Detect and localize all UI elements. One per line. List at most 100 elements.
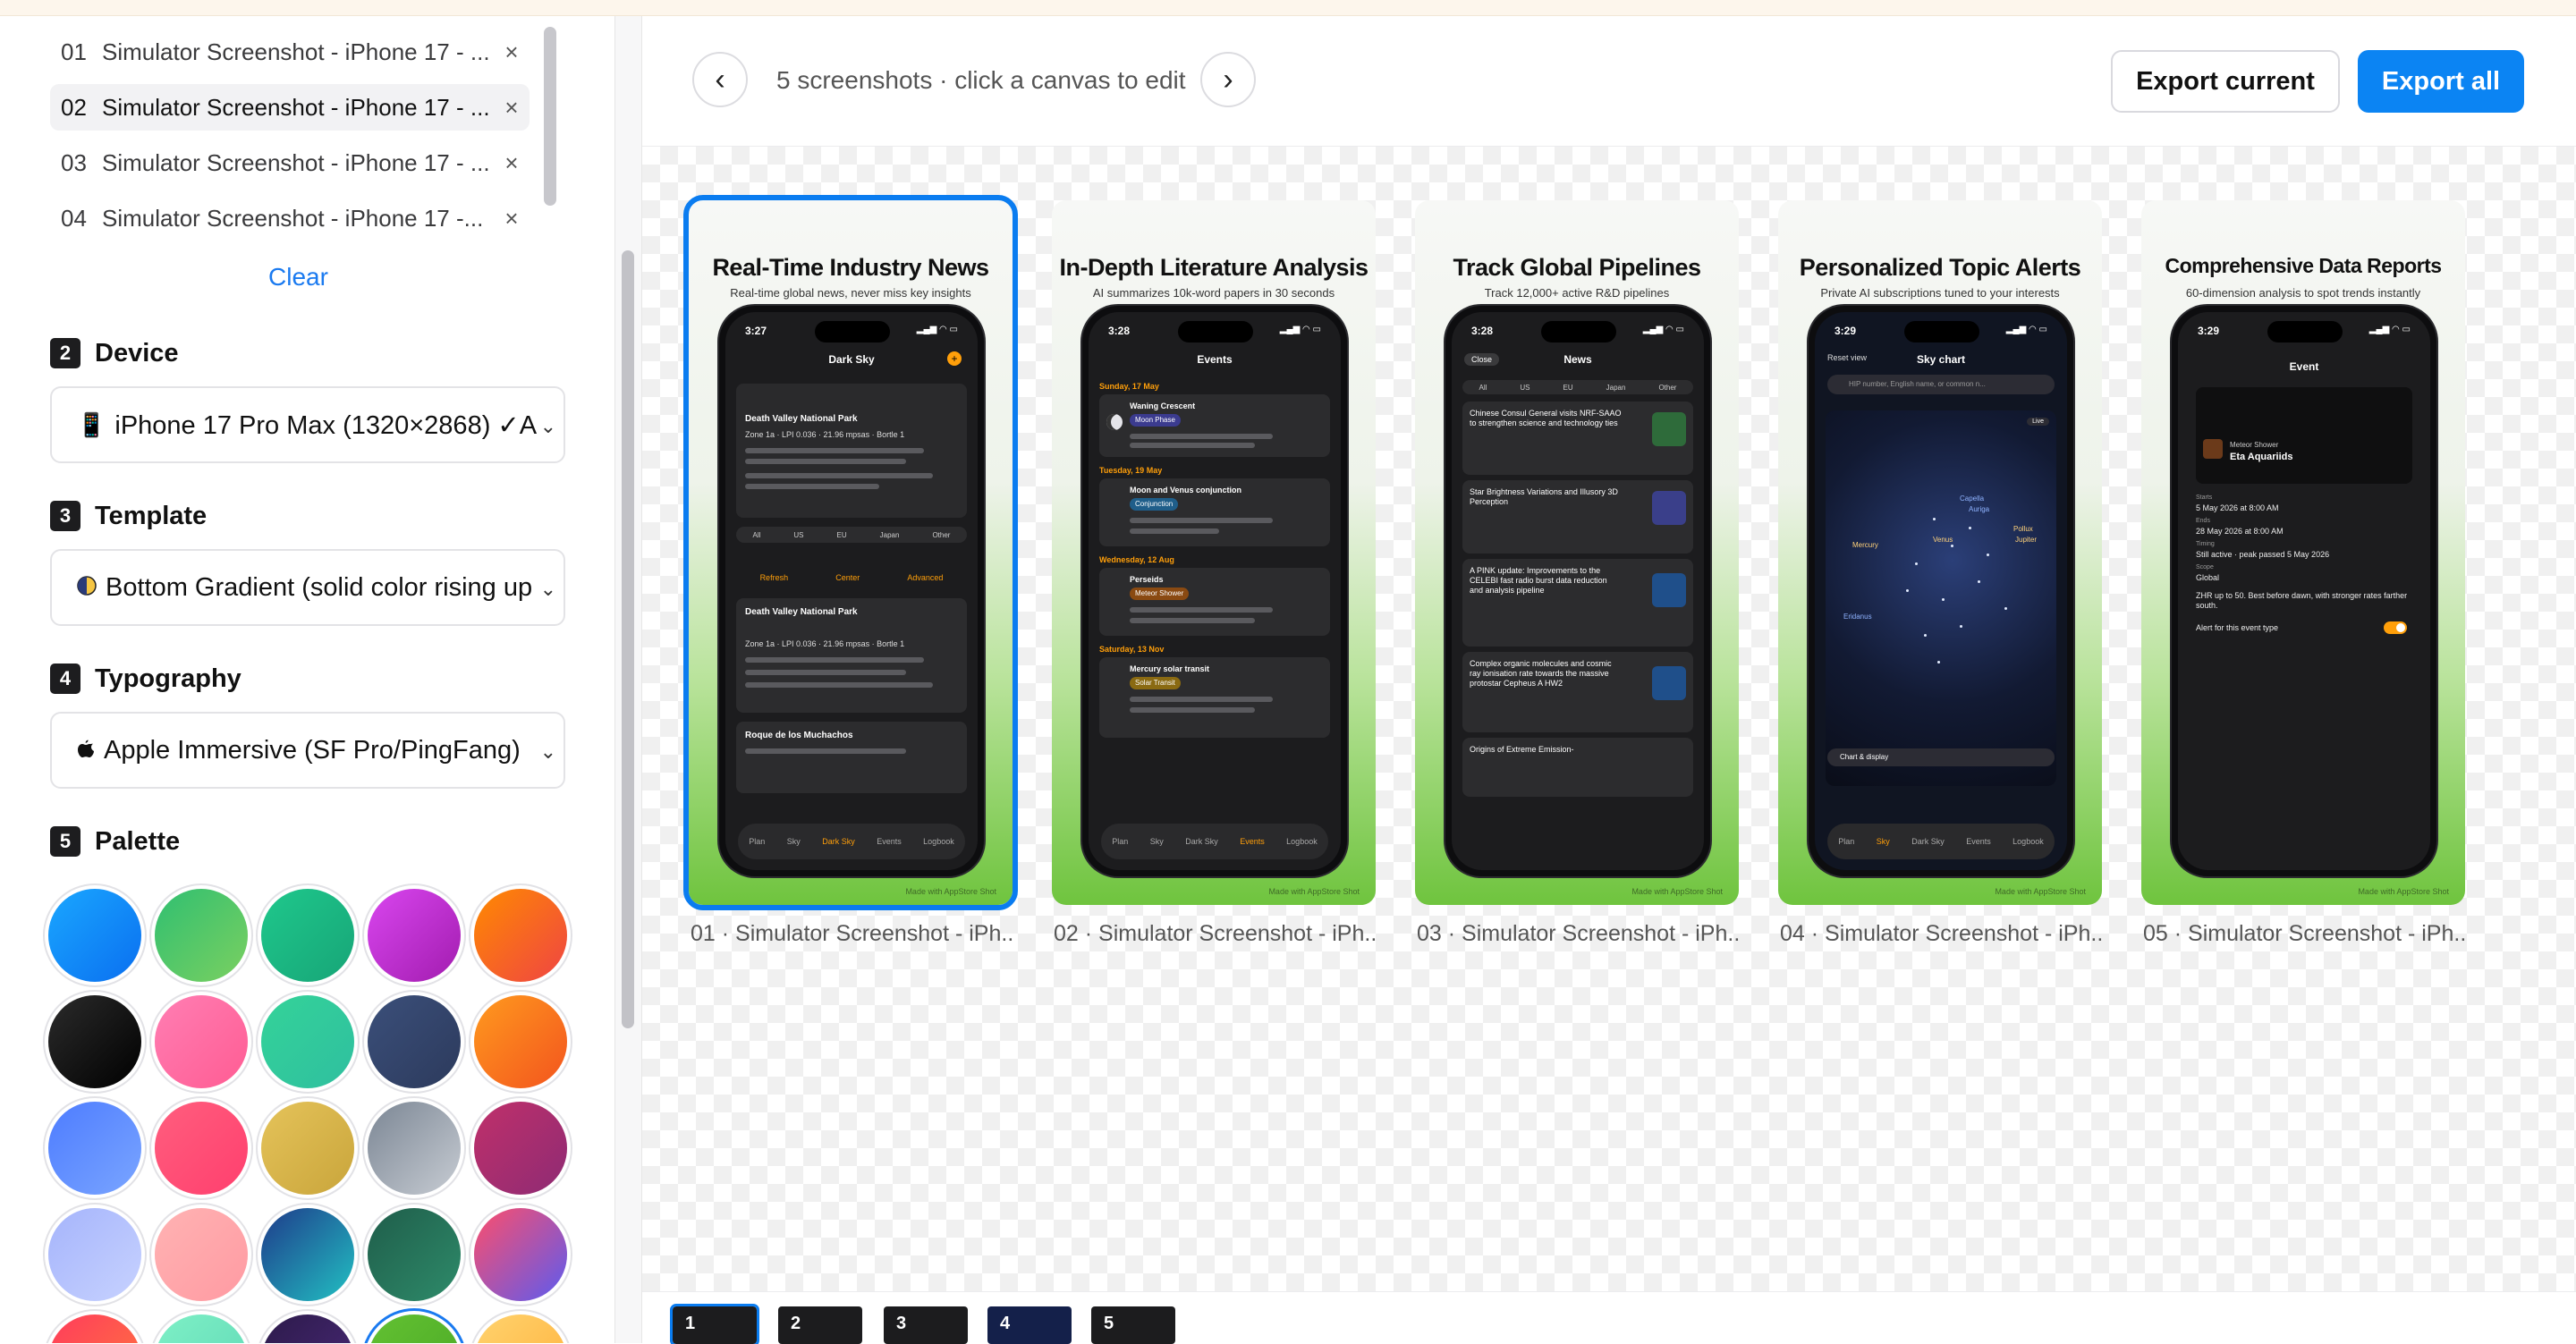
screenshot-canvas-1[interactable]: Real-Time Industry News Real-time global… — [683, 195, 1018, 910]
canvas-caption[interactable]: 05 · Simulator Screenshot - iPh... — [2143, 921, 2467, 947]
palette-swatch[interactable] — [368, 995, 461, 1088]
palette-swatch[interactable] — [368, 1314, 461, 1343]
palette-swatch[interactable] — [261, 995, 354, 1088]
file-list-scrollbar[interactable] — [544, 27, 556, 206]
filmstrip-thumbnail[interactable]: 5 — [1091, 1306, 1175, 1344]
top-banner-strip — [0, 0, 2576, 16]
canvas-caption[interactable]: 04 · Simulator Screenshot - iPh... — [1780, 921, 2104, 947]
tab-label: Events — [877, 837, 902, 846]
chevron-down-icon: ⌄ — [536, 740, 556, 764]
filmstrip-thumbnail[interactable]: 4 — [987, 1306, 1072, 1344]
palette-swatch[interactable] — [474, 995, 567, 1088]
file-number: 03 — [61, 148, 87, 176]
date-heading: Sunday, 17 May — [1099, 382, 1159, 391]
palette-swatch[interactable] — [155, 1208, 248, 1301]
canvas-caption[interactable]: 02 · Simulator Screenshot - iPh... — [1054, 921, 1377, 947]
dynamic-island — [1904, 321, 1979, 342]
news-title: Complex organic molecules and cosmic ray… — [1470, 659, 1612, 688]
palette-swatch[interactable] — [368, 889, 461, 982]
canvas-subtitle: Track 12,000+ active R&D pipelines — [1484, 286, 1670, 300]
file-name: Simulator Screenshot - iPhone 17 -... — [102, 204, 484, 232]
file-name: Simulator Screenshot - iPhone 17 - ... — [102, 148, 490, 176]
screenshot-canvas-2[interactable]: In-Depth Literature Analysis AI summariz… — [1052, 200, 1376, 905]
event-title: Waning Crescent — [1130, 402, 1196, 410]
remove-file-icon[interactable]: × — [494, 205, 530, 232]
remove-file-icon[interactable]: × — [494, 94, 530, 122]
add-icon: + — [947, 351, 962, 366]
palette-swatch[interactable] — [368, 1102, 461, 1195]
next-button[interactable]: › — [1200, 52, 1256, 107]
palette-swatch[interactable] — [474, 1314, 567, 1343]
palette-swatch[interactable] — [155, 1102, 248, 1195]
palette-swatch[interactable] — [474, 1102, 567, 1195]
typography-select[interactable]: Apple Immersive (SF Pro/PingFang) ⌄ — [50, 712, 565, 789]
palette-swatch[interactable] — [48, 1102, 141, 1195]
file-row[interactable]: 02 Simulator Screenshot - iPhone 17 - ..… — [50, 84, 530, 131]
app-header-title: Event — [2289, 360, 2319, 373]
palette-swatch[interactable] — [48, 995, 141, 1088]
file-name: Simulator Screenshot - iPhone 17 - ... — [102, 93, 490, 121]
palette-swatch[interactable] — [48, 889, 141, 982]
device-select[interactable]: 📱 iPhone 17 Pro Max (1320×2868) ✓AS ⌄ — [50, 386, 565, 463]
palette-swatch[interactable] — [368, 1208, 461, 1301]
location-name: Roque de los Muchachos — [745, 731, 853, 740]
palette-swatch[interactable] — [155, 1314, 248, 1343]
screenshot-canvas-3[interactable]: Track Global Pipelines Track 12,000+ act… — [1415, 200, 1739, 905]
filmstrip-thumbnail[interactable]: 2 — [778, 1306, 862, 1344]
news-title: Origins of Extreme Emission- — [1470, 745, 1574, 754]
typography-select-value: Apple Immersive (SF Pro/PingFang) — [104, 735, 521, 765]
file-row[interactable]: 03 Simulator Screenshot - iPhone 17 - ..… — [50, 139, 530, 186]
event-tag: Meteor Shower — [1130, 587, 1190, 600]
previous-button[interactable]: ‹ — [692, 52, 748, 107]
chip-label: All — [1479, 383, 1487, 392]
canvas-caption[interactable]: 03 · Simulator Screenshot - iPh... — [1417, 921, 1741, 947]
signal-icon: ▂▄▆ ◠ ▭ — [1642, 325, 1684, 334]
palette-swatch[interactable] — [474, 889, 567, 982]
alert-toggle — [2384, 621, 2407, 634]
file-row[interactable]: 04 Simulator Screenshot - iPhone 17 -...… — [50, 195, 530, 241]
tab-bar: Plan Sky Dark Sky Events Logbook — [1827, 824, 2055, 859]
canvas-caption[interactable]: 01 · Simulator Screenshot - iPh... — [691, 921, 1014, 947]
palette-swatch[interactable] — [474, 1208, 567, 1301]
phone-screen: 3:29 ▂▄▆ ◠ ▭ Event Meteor Shower Eta Aqu… — [2178, 312, 2430, 870]
toolbar: ‹ 5 screenshots · click a canvas to edit… — [642, 16, 2576, 147]
file-row[interactable]: 01 Simulator Screenshot - iPhone 17 - ..… — [50, 29, 530, 75]
palette-swatch[interactable] — [155, 995, 248, 1088]
dynamic-island — [815, 321, 890, 342]
canvas-subtitle: 60-dimension analysis to spot trends ins… — [2185, 286, 2421, 300]
palette-swatch[interactable] — [261, 889, 354, 982]
filmstrip-thumbnail[interactable]: 1 — [670, 1304, 759, 1344]
event-tag: Moon Phase — [1130, 414, 1181, 427]
palette-swatch[interactable] — [261, 1314, 354, 1343]
typography-section-title: 4 Typography — [50, 664, 242, 694]
palette-swatch[interactable] — [155, 889, 248, 982]
app-header-title: Dark Sky — [828, 353, 875, 366]
date-heading: Tuesday, 19 May — [1099, 466, 1163, 475]
event-tag: Conjunction — [1130, 498, 1179, 511]
template-select[interactable]: Bottom Gradient (solid color rising up ⌄ — [50, 549, 565, 626]
news-card: Origins of Extreme Emission- — [1462, 738, 1693, 797]
signal-icon: ▂▄▆ ◠ ▭ — [2005, 325, 2047, 334]
export-current-button[interactable]: Export current — [2111, 50, 2340, 113]
section-title-text: Palette — [95, 826, 181, 856]
chevron-down-icon: ⌄ — [536, 578, 556, 601]
export-all-button[interactable]: Export all — [2358, 50, 2524, 113]
sidebar-scrollbar-thumb[interactable] — [622, 250, 634, 1028]
screenshot-canvas-5[interactable]: Comprehensive Data Reports 60-dimension … — [2141, 200, 2465, 905]
date-heading: Wednesday, 12 Aug — [1099, 555, 1174, 564]
news-title: Chinese Consul General visits NRF-SAAO t… — [1470, 409, 1622, 427]
palette-swatch[interactable] — [261, 1208, 354, 1301]
remove-file-icon[interactable]: × — [494, 149, 530, 177]
news-title: A PINK update: Improvements to the CELEB… — [1470, 566, 1607, 595]
watermark-text: Made with AppStore Shot — [1995, 887, 2086, 896]
palette-swatch[interactable] — [48, 1208, 141, 1301]
canvas-subtitle: Private AI subscriptions tuned to your i… — [1820, 286, 2060, 300]
filmstrip-thumbnail[interactable]: 3 — [884, 1306, 968, 1344]
tab-label: Sky — [1149, 837, 1164, 846]
palette-swatch[interactable] — [48, 1314, 141, 1343]
remove-file-icon[interactable]: × — [494, 38, 530, 66]
apple-icon — [77, 737, 95, 765]
palette-swatch[interactable] — [261, 1102, 354, 1195]
clear-button[interactable]: Clear — [268, 263, 328, 292]
screenshot-canvas-4[interactable]: Personalized Topic Alerts Private AI sub… — [1778, 200, 2102, 905]
